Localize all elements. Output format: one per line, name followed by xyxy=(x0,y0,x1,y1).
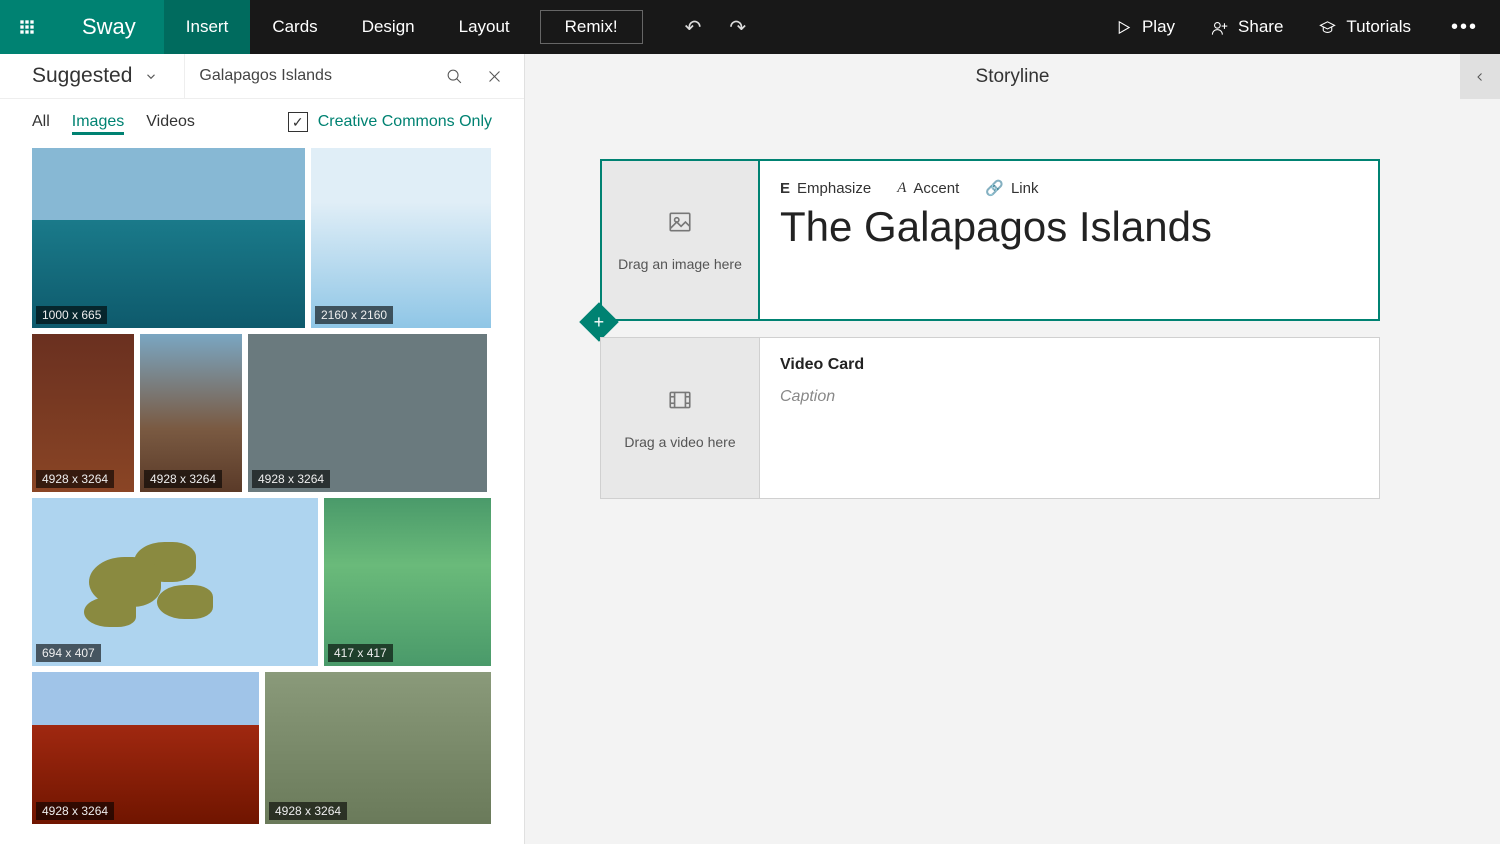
image-result[interactable]: 4928 x 3264 xyxy=(32,334,134,492)
image-dimensions: 4928 x 3264 xyxy=(269,802,347,820)
storyline-header: Storyline xyxy=(525,54,1500,99)
play-icon xyxy=(1115,19,1132,36)
menu-insert[interactable]: Insert xyxy=(164,0,251,54)
image-results-grid: 1000 x 665 2160 x 2160 4928 x 3264 4928 … xyxy=(0,142,524,844)
image-dimensions: 1000 x 665 xyxy=(36,306,107,324)
title-card-title[interactable]: The Galapagos Islands xyxy=(780,203,1358,251)
insert-panel: Suggested All Images Videos ✓ Creative C… xyxy=(0,54,525,844)
drop-text: Drag an image here xyxy=(618,256,742,272)
tutorials-button[interactable]: Tutorials xyxy=(1301,17,1429,37)
chevron-down-icon xyxy=(144,66,158,87)
close-icon xyxy=(486,68,503,85)
image-result[interactable]: 694 x 407 xyxy=(32,498,318,666)
image-dimensions: 4928 x 3264 xyxy=(36,470,114,488)
image-result[interactable]: 417 x 417 xyxy=(324,498,491,666)
image-result[interactable]: 4928 x 3264 xyxy=(265,672,491,824)
menu-layout[interactable]: Layout xyxy=(437,0,532,54)
app-launcher-button[interactable] xyxy=(0,0,54,54)
cc-only-checkbox[interactable]: ✓ xyxy=(288,112,308,132)
image-dimensions: 4928 x 3264 xyxy=(252,470,330,488)
collapse-panel-button[interactable] xyxy=(1460,54,1500,99)
remix-button[interactable]: Remix! xyxy=(540,10,643,44)
plus-icon: + xyxy=(594,311,605,332)
waffle-icon xyxy=(19,19,35,35)
emphasize-button[interactable]: EEmphasize xyxy=(780,179,871,197)
filter-images[interactable]: Images xyxy=(72,109,124,135)
storyline-panel: Storyline Drag an image here EEmphasize … xyxy=(525,54,1500,844)
image-dimensions: 4928 x 3264 xyxy=(144,470,222,488)
share-icon xyxy=(1211,19,1228,36)
filter-videos[interactable]: Videos xyxy=(146,109,195,135)
video-card-heading: Video Card xyxy=(780,356,1359,374)
chevron-left-icon xyxy=(1474,69,1486,85)
share-label: Share xyxy=(1238,17,1283,37)
image-result[interactable]: 4928 x 3264 xyxy=(140,334,242,492)
image-dimensions: 2160 x 2160 xyxy=(315,306,393,324)
image-dimensions: 4928 x 3264 xyxy=(36,802,114,820)
title-card[interactable]: Drag an image here EEmphasize AAccent 🔗 L… xyxy=(600,159,1380,321)
image-result[interactable]: 1000 x 665 xyxy=(32,148,305,328)
tutorials-label: Tutorials xyxy=(1346,17,1411,37)
tool-label: Emphasize xyxy=(797,180,871,197)
undo-button[interactable]: ↶ xyxy=(671,15,716,40)
image-result[interactable]: 4928 x 3264 xyxy=(32,672,259,824)
image-dimensions: 417 x 417 xyxy=(328,644,393,662)
search-icon xyxy=(446,68,463,85)
clear-search-button[interactable] xyxy=(474,68,514,85)
share-button[interactable]: Share xyxy=(1193,17,1301,37)
drop-text: Drag a video here xyxy=(624,434,735,450)
link-button[interactable]: 🔗 Link xyxy=(985,179,1038,197)
source-label: Suggested xyxy=(32,64,132,88)
video-card-caption[interactable]: Caption xyxy=(780,388,1359,406)
tool-label: Link xyxy=(1011,180,1039,197)
app-name: Sway xyxy=(54,0,164,54)
video-card[interactable]: Drag a video here Video Card Caption xyxy=(600,337,1380,499)
play-button[interactable]: Play xyxy=(1097,17,1193,37)
more-button[interactable]: ••• xyxy=(1429,16,1500,39)
image-result[interactable]: 4928 x 3264 xyxy=(248,334,487,492)
menu-cards[interactable]: Cards xyxy=(250,0,339,54)
image-drop-zone[interactable]: Drag an image here xyxy=(600,159,760,321)
tool-label: Accent xyxy=(913,180,959,197)
search-button[interactable] xyxy=(434,68,474,85)
redo-button[interactable]: ↷ xyxy=(715,15,760,40)
menu-design[interactable]: Design xyxy=(340,0,437,54)
image-result[interactable]: 2160 x 2160 xyxy=(311,148,491,328)
search-input[interactable] xyxy=(199,67,434,85)
top-app-bar: Sway Insert Cards Design Layout Remix! ↶… xyxy=(0,0,1500,54)
graduation-cap-icon xyxy=(1319,19,1336,36)
image-icon xyxy=(667,209,693,242)
source-dropdown[interactable]: Suggested xyxy=(0,64,184,88)
cc-only-label: Creative Commons Only xyxy=(318,113,492,131)
filter-all[interactable]: All xyxy=(32,109,50,135)
video-icon xyxy=(667,387,693,420)
accent-button[interactable]: AAccent xyxy=(897,179,959,197)
link-icon: 🔗 xyxy=(985,179,1004,197)
image-dimensions: 694 x 407 xyxy=(36,644,101,662)
video-drop-zone[interactable]: Drag a video here xyxy=(600,337,760,499)
play-label: Play xyxy=(1142,17,1175,37)
